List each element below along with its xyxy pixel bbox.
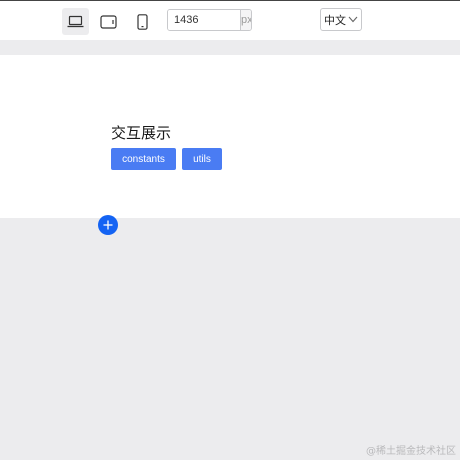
plus-icon xyxy=(103,220,113,230)
utils-button[interactable]: utils xyxy=(182,148,222,170)
phone-icon xyxy=(137,13,148,30)
device-tablet-button[interactable] xyxy=(95,8,122,35)
device-mobile-button[interactable] xyxy=(129,8,156,35)
width-field: px xyxy=(167,9,252,31)
add-button[interactable] xyxy=(98,215,118,235)
content-panel: 交互展示 constants utils xyxy=(0,55,460,218)
constants-button[interactable]: constants xyxy=(111,148,176,170)
width-unit: px xyxy=(240,10,251,30)
toolbar: px 中文 xyxy=(0,0,460,40)
width-input[interactable] xyxy=(168,10,240,30)
device-desktop-button[interactable] xyxy=(62,8,89,35)
laptop-icon xyxy=(67,15,84,28)
section-title: 交互展示 xyxy=(111,124,172,142)
language-label: 中文 xyxy=(324,14,346,27)
tablet-icon xyxy=(100,14,117,29)
watermark: @稀土掘金技术社区 xyxy=(366,446,456,457)
chevron-down-icon xyxy=(348,16,358,23)
language-select[interactable]: 中文 xyxy=(320,8,362,31)
